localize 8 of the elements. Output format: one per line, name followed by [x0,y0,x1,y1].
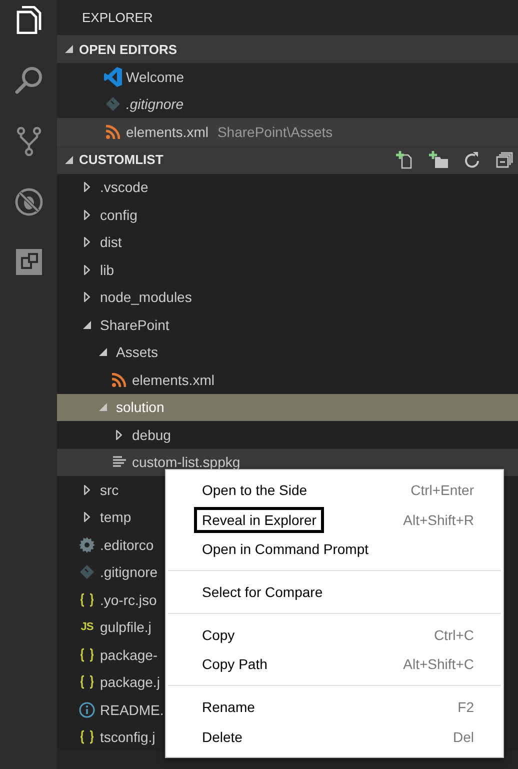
js-icon: JS [80,621,94,634]
shortcut-label: Alt+Shift+R [403,512,474,528]
sidebar-title: EXPLORER [81,9,154,27]
shortcut-label: Alt+Shift+C [403,656,474,672]
shortcut-label: F2 [458,698,474,715]
shortcut-label: Ctrl+Enter [410,482,474,498]
shortcut-label: Del [452,728,474,745]
shortcut-label: Ctrl+C [434,626,474,643]
